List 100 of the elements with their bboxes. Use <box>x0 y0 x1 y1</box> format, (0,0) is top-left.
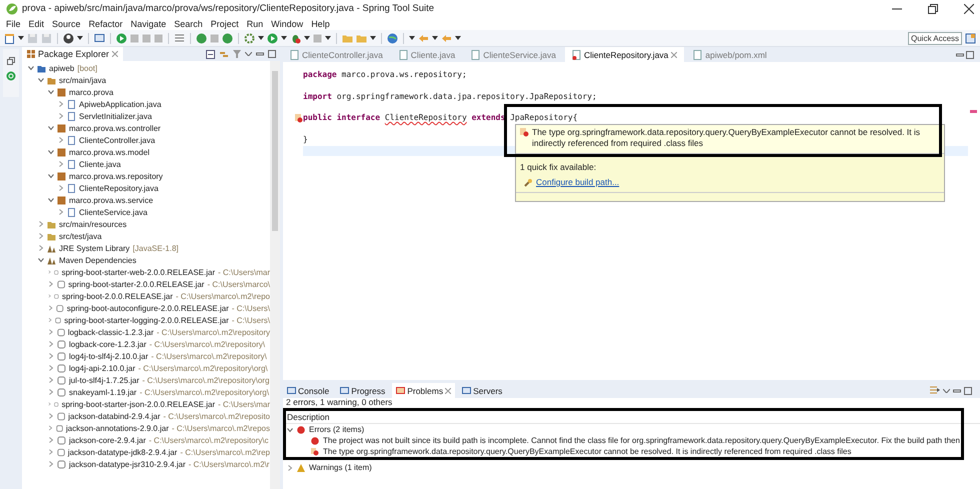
square-icon[interactable] <box>210 34 219 42</box>
menu-item[interactable]: Refactor <box>88 18 123 28</box>
menu-item[interactable]: Project <box>210 18 239 28</box>
tree-item[interactable]: logback-classic-1.2.3.jar <box>68 328 154 336</box>
square-icon[interactable] <box>313 34 322 42</box>
collapsed-chevron-icon[interactable] <box>48 401 52 407</box>
tree-item[interactable]: Cliente.java <box>79 160 121 168</box>
collapsed-chevron-icon[interactable] <box>48 341 54 347</box>
collapsed-chevron-icon[interactable] <box>38 245 44 251</box>
tree-item[interactable]: marco.prova <box>69 88 114 96</box>
menu-item[interactable]: Help <box>311 18 330 28</box>
caret-icon[interactable] <box>245 52 252 56</box>
restore-icon[interactable] <box>928 4 938 14</box>
expanded-chevron-icon[interactable] <box>48 149 54 155</box>
view-tab[interactable]: Console <box>283 383 334 398</box>
collapsed-chevron-icon[interactable] <box>48 365 54 371</box>
caret-icon[interactable] <box>304 36 310 40</box>
caret-icon[interactable] <box>943 388 950 392</box>
expanded-chevron-icon[interactable] <box>48 89 54 95</box>
caret-icon[interactable] <box>409 36 415 40</box>
play-icon[interactable] <box>116 32 127 44</box>
collapsed-chevron-icon[interactable] <box>58 161 64 167</box>
link-icon[interactable] <box>219 50 229 58</box>
maximize-icon[interactable] <box>966 50 974 58</box>
collapsed-chevron-icon[interactable] <box>48 437 54 443</box>
collapsed-chevron-icon[interactable] <box>48 413 54 419</box>
expanded-chevron-icon[interactable] <box>28 65 34 71</box>
tree-item[interactable]: src/main/resources <box>59 220 127 228</box>
caret-icon[interactable] <box>18 36 24 40</box>
tree-item[interactable]: apiweb <box>49 64 74 72</box>
maximize-icon[interactable] <box>268 50 276 58</box>
square-icon[interactable] <box>142 34 151 42</box>
tree-item[interactable]: marco.prova.ws.repository <box>69 172 163 180</box>
tree-item[interactable]: jul-to-slf4j-1.7.25.jar <box>69 376 140 384</box>
caret-icon[interactable] <box>370 36 376 40</box>
expanded-chevron-icon[interactable] <box>48 197 54 203</box>
scrollbar[interactable] <box>270 61 280 489</box>
tree-item[interactable]: jackson-datatype-jsr310-2.9.4.jar <box>69 460 186 468</box>
globe-icon[interactable] <box>387 32 398 44</box>
caret-icon[interactable] <box>432 36 438 40</box>
view-tab[interactable]: Package Explorer <box>22 47 124 61</box>
filter-icon[interactable] <box>930 386 940 395</box>
collapsed-chevron-icon[interactable] <box>48 449 54 455</box>
person-icon[interactable] <box>63 32 74 44</box>
tree-item[interactable]: marco.prova.ws.controller <box>69 124 161 132</box>
tree-item[interactable]: ClienteRepository.java <box>79 184 158 192</box>
collapsed-chevron-icon[interactable] <box>58 137 64 143</box>
problem-group[interactable]: Warnings (1 item) <box>309 463 372 472</box>
editor-tab[interactable]: apiweb/pom.xml <box>686 47 774 62</box>
tree-item[interactable]: ApiwebApplication.java <box>79 100 162 108</box>
collapsed-chevron-icon[interactable] <box>48 353 54 359</box>
monitor-icon[interactable] <box>94 32 105 44</box>
collapse-all-icon[interactable] <box>206 50 215 58</box>
quick-fix-link[interactable]: Configure build path... <box>536 177 620 187</box>
collapsed-chevron-icon[interactable] <box>48 317 52 323</box>
expanded-chevron-icon[interactable] <box>48 125 54 131</box>
gear-icon[interactable] <box>244 32 255 44</box>
tree-item[interactable]: marco.prova.ws.service <box>69 196 154 204</box>
tree-item[interactable]: logback-core-1.2.3.jar <box>69 340 146 348</box>
tree-item[interactable]: spring-boot-starter-web-2.0.0.RELEASE.jar <box>62 268 215 276</box>
tree-item[interactable]: Maven Dependencies <box>59 256 136 264</box>
expanded-chevron-icon[interactable] <box>48 173 54 179</box>
spring-icon[interactable] <box>6 71 16 81</box>
caret-icon[interactable] <box>281 36 287 40</box>
menu-item[interactable]: File <box>6 18 21 28</box>
menu-item[interactable]: Navigate <box>130 18 166 28</box>
tree-item[interactable]: jackson-core-2.9.4.jar <box>69 436 146 444</box>
menu-item[interactable]: Run <box>246 18 264 28</box>
problem-message[interactable]: The type org.springframework.data.repository.query.QueryByExampleExecutor cannot be resolved. It is indirectly referenced from required .class files <box>323 447 852 456</box>
collapsed-chevron-icon[interactable] <box>48 293 52 299</box>
collapsed-chevron-icon[interactable] <box>58 209 64 215</box>
editor-tab[interactable]: ClienteService.java <box>464 47 563 62</box>
tree-item[interactable]: src/main/java <box>59 76 106 84</box>
tree-item[interactable]: log4j-api-2.10.0.jar <box>69 364 136 372</box>
problem-group[interactable]: Errors (2 items) <box>309 425 364 434</box>
caret-icon[interactable] <box>455 36 461 40</box>
tree-item[interactable]: jackson-databind-2.9.4.jar <box>68 412 160 420</box>
tree-item[interactable]: spring-boot-starter-json-2.0.0.RELEASE.jar <box>62 400 215 408</box>
circle-icon[interactable] <box>196 32 207 44</box>
problem-message[interactable]: The project was not built since its build path is incomplete. Cannot find the class file for org.springframework.data.repository.query.QueryByExampleExecutor. Fix the build path then <box>323 436 960 445</box>
view-tab[interactable]: Problems <box>392 383 456 398</box>
collapsed-chevron-icon[interactable] <box>287 464 293 470</box>
tree-item[interactable]: marco.prova.ws.model <box>69 148 150 156</box>
square-icon[interactable] <box>154 34 163 42</box>
expanded-chevron-icon[interactable] <box>38 257 44 263</box>
list-icon[interactable] <box>174 32 185 44</box>
circle-icon[interactable] <box>222 32 233 44</box>
editor-tab[interactable]: ClienteRepository.java <box>564 47 684 62</box>
collapsed-chevron-icon[interactable] <box>48 269 52 275</box>
tree-item[interactable]: spring-boot-2.0.0.RELEASE.jar <box>62 292 173 300</box>
collapsed-chevron-icon[interactable] <box>48 281 54 287</box>
collapsed-chevron-icon[interactable] <box>38 233 44 239</box>
perspective-icon[interactable] <box>965 32 976 44</box>
collapsed-chevron-icon[interactable] <box>48 389 54 395</box>
view-tab[interactable]: Servers <box>458 383 506 398</box>
quick-access-field[interactable]: Quick Access <box>908 32 962 44</box>
tree-item[interactable]: jackson-datatype-jdk8-2.9.4.jar <box>68 448 178 456</box>
collapsed-chevron-icon[interactable] <box>48 425 53 431</box>
caret-icon[interactable] <box>258 36 264 40</box>
menu-item[interactable]: Search <box>174 18 203 28</box>
